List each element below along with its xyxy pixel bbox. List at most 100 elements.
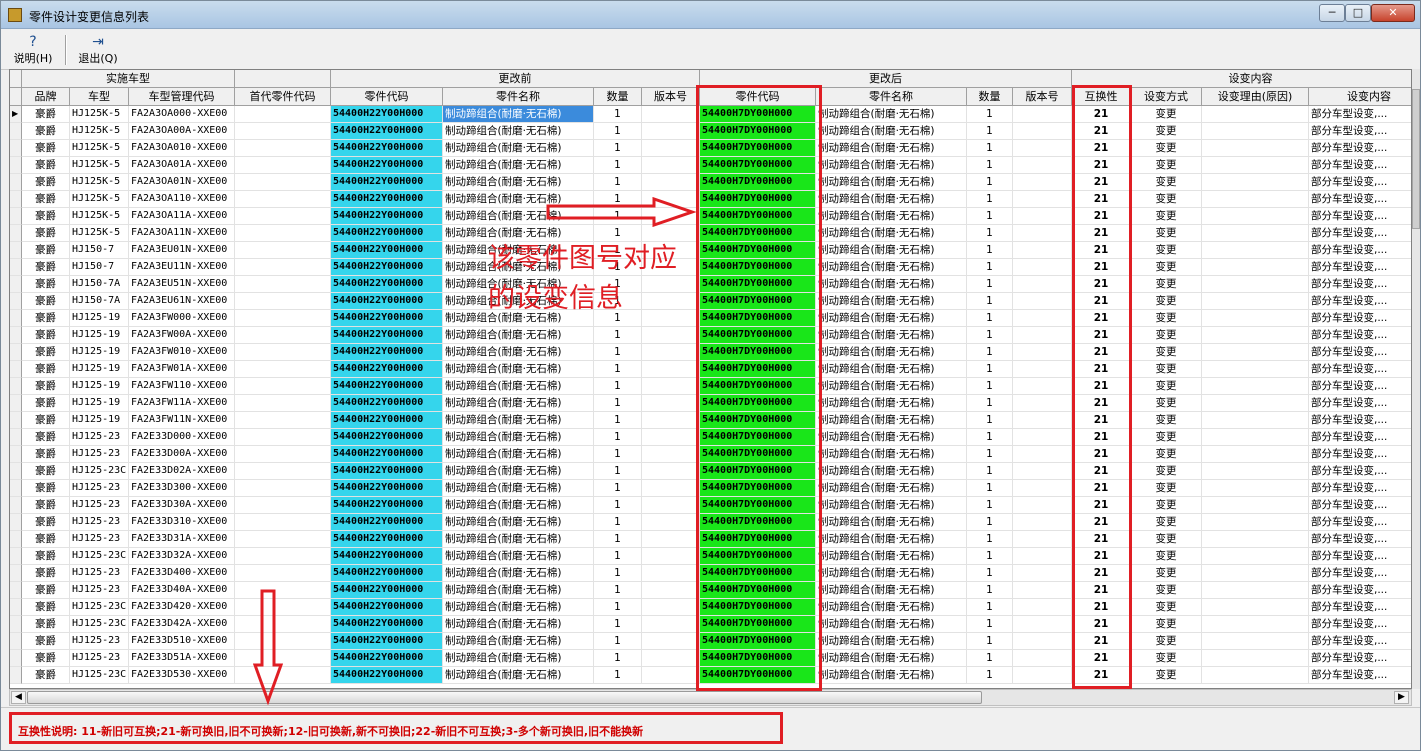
cell-model[interactable]: HJ125-23C [70,548,129,565]
cell-change-content[interactable]: 部分车型设变,... [1309,140,1411,157]
cell-model[interactable]: HJ125-23 [70,582,129,599]
cell-new-qty[interactable]: 1 [967,531,1013,548]
cell-old-version[interactable] [642,650,700,667]
cell-first-part-code[interactable] [235,378,331,395]
cell-old-part-code[interactable]: 54400H22Y00H000 [331,395,443,412]
cell-first-part-code[interactable] [235,446,331,463]
cell-first-part-code[interactable] [235,208,331,225]
cell-old-version[interactable] [642,412,700,429]
col-old-part-code[interactable]: 零件代码 [331,88,443,106]
cell-change-method[interactable]: 变更 [1131,395,1202,412]
cell-change-reason[interactable] [1202,361,1309,378]
cell-mgmt-code[interactable]: FA2A3FW01A-XXE00 [129,361,235,378]
cell-new-version[interactable] [1013,667,1072,684]
cell-change-method[interactable]: 变更 [1131,327,1202,344]
cell-old-part-code[interactable]: 54400H22Y00H000 [331,310,443,327]
cell-change-reason[interactable] [1202,225,1309,242]
cell-change-content[interactable]: 部分车型设变,... [1309,599,1411,616]
cell-new-part-name[interactable]: 制动蹄组合(耐磨·无石棉) [816,599,967,616]
cell-old-version[interactable] [642,463,700,480]
cell-new-qty[interactable]: 1 [967,123,1013,140]
cell-old-part-name[interactable]: 制动蹄组合(耐磨·无石棉) [443,463,594,480]
cell-change-content[interactable]: 部分车型设变,... [1309,344,1411,361]
cell-change-reason[interactable] [1202,310,1309,327]
cell-change-content[interactable]: 部分车型设变,... [1309,106,1411,123]
cell-mgmt-code[interactable]: FA2A3OA11N-XXE00 [129,225,235,242]
cell-new-qty[interactable]: 1 [967,463,1013,480]
cell-change-reason[interactable] [1202,395,1309,412]
cell-change-method[interactable]: 变更 [1131,514,1202,531]
cell-brand[interactable]: 豪爵 [22,361,70,378]
cell-brand[interactable]: 豪爵 [22,174,70,191]
cell-change-content[interactable]: 部分车型设变,... [1309,650,1411,667]
cell-brand[interactable]: 豪爵 [22,446,70,463]
cell-change-reason[interactable] [1202,412,1309,429]
scroll-left-arrow-icon[interactable]: ◀ [11,691,26,704]
cell-old-version[interactable] [642,582,700,599]
col-new-version[interactable]: 版本号 [1013,88,1072,106]
cell-change-content[interactable]: 部分车型设变,... [1309,378,1411,395]
cell-old-part-name[interactable]: 制动蹄组合(耐磨·无石棉) [443,480,594,497]
cell-new-version[interactable] [1013,599,1072,616]
col-new-part-name[interactable]: 零件名称 [816,88,967,106]
cell-mgmt-code[interactable]: FA2E33D32A-XXE00 [129,548,235,565]
cell-first-part-code[interactable] [235,463,331,480]
cell-mgmt-code[interactable]: FA2A3FW000-XXE00 [129,310,235,327]
cell-new-version[interactable] [1013,276,1072,293]
cell-old-part-code[interactable]: 54400H22Y00H000 [331,378,443,395]
cell-new-version[interactable] [1013,565,1072,582]
cell-change-method[interactable]: 变更 [1131,174,1202,191]
cell-first-part-code[interactable] [235,344,331,361]
col-brand[interactable]: 品牌 [22,88,70,106]
cell-new-version[interactable] [1013,582,1072,599]
cell-brand[interactable]: 豪爵 [22,106,70,123]
cell-change-reason[interactable] [1202,582,1309,599]
cell-old-part-code[interactable]: 54400H22Y00H000 [331,140,443,157]
cell-change-method[interactable]: 变更 [1131,225,1202,242]
cell-old-qty[interactable]: 1 [594,480,642,497]
cell-new-version[interactable] [1013,327,1072,344]
cell-old-qty[interactable]: 1 [594,140,642,157]
cell-old-part-code[interactable]: 54400H22Y00H000 [331,667,443,684]
cell-first-part-code[interactable] [235,259,331,276]
cell-brand[interactable]: 豪爵 [22,157,70,174]
cell-change-method[interactable]: 变更 [1131,616,1202,633]
cell-mgmt-code[interactable]: FA2E33D40A-XXE00 [129,582,235,599]
cell-change-reason[interactable] [1202,633,1309,650]
cell-brand[interactable]: 豪爵 [22,208,70,225]
cell-change-content[interactable]: 部分车型设变,... [1309,157,1411,174]
cell-old-qty[interactable]: 1 [594,378,642,395]
cell-change-content[interactable]: 部分车型设变,... [1309,667,1411,684]
cell-mgmt-code[interactable]: FA2E33D530-XXE00 [129,667,235,684]
cell-old-part-code[interactable]: 54400H22Y00H000 [331,650,443,667]
cell-new-version[interactable] [1013,361,1072,378]
cell-new-part-name[interactable]: 制动蹄组合(耐磨·无石棉) [816,497,967,514]
cell-new-part-name[interactable]: 制动蹄组合(耐磨·无石棉) [816,157,967,174]
cell-new-qty[interactable]: 1 [967,548,1013,565]
cell-new-qty[interactable]: 1 [967,140,1013,157]
cell-new-qty[interactable]: 1 [967,514,1013,531]
help-button[interactable]: ? 说明(H) [9,34,57,68]
cell-new-version[interactable] [1013,548,1072,565]
cell-old-qty[interactable]: 1 [594,633,642,650]
cell-change-method[interactable]: 变更 [1131,667,1202,684]
cell-old-version[interactable] [642,344,700,361]
cell-new-part-name[interactable]: 制动蹄组合(耐磨·无石棉) [816,293,967,310]
cell-new-part-name[interactable]: 制动蹄组合(耐磨·无石棉) [816,531,967,548]
cell-change-method[interactable]: 变更 [1131,157,1202,174]
cell-brand[interactable]: 豪爵 [22,463,70,480]
cell-mgmt-code[interactable]: FA2E33D31A-XXE00 [129,531,235,548]
cell-mgmt-code[interactable]: FA2A3FW00A-XXE00 [129,327,235,344]
cell-old-part-name[interactable]: 制动蹄组合(耐磨·无石棉) [443,497,594,514]
col-old-part-name[interactable]: 零件名称 [443,88,594,106]
cell-change-method[interactable]: 变更 [1131,293,1202,310]
cell-new-version[interactable] [1013,293,1072,310]
cell-mgmt-code[interactable]: FA2E33D310-XXE00 [129,514,235,531]
cell-model[interactable]: HJ150-7A [70,293,129,310]
cell-change-method[interactable]: 变更 [1131,378,1202,395]
cell-model[interactable]: HJ125-23 [70,497,129,514]
cell-model[interactable]: HJ125-19 [70,361,129,378]
cell-brand[interactable]: 豪爵 [22,276,70,293]
cell-change-reason[interactable] [1202,480,1309,497]
cell-change-content[interactable]: 部分车型设变,... [1309,565,1411,582]
